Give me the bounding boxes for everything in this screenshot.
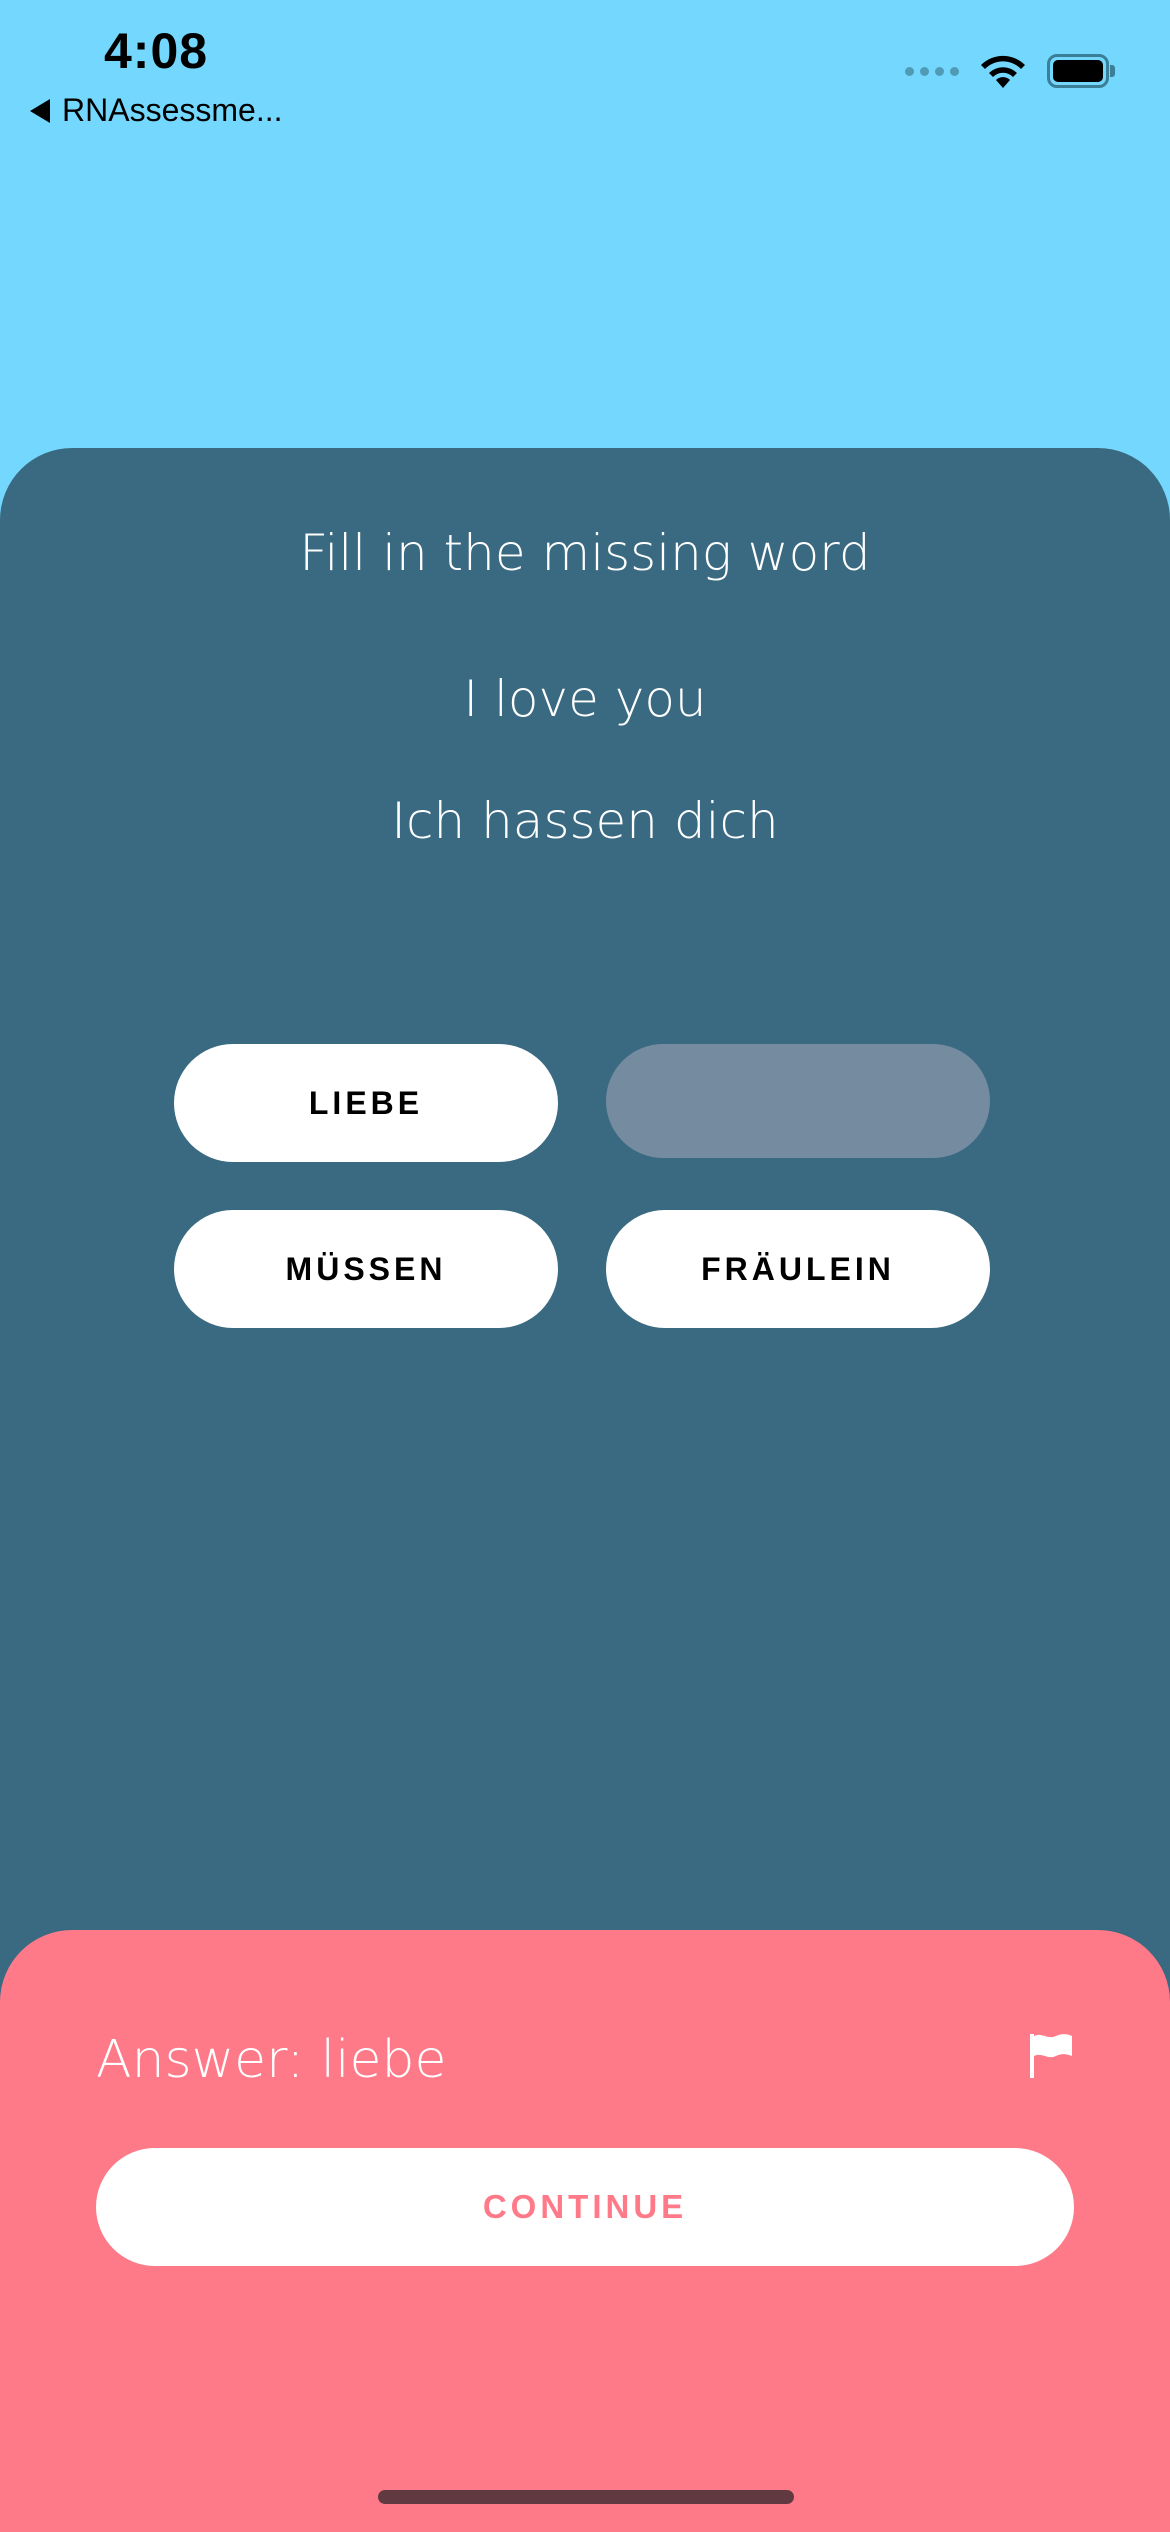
answer-panel: Answer: liebe CONTINUE <box>0 1930 1170 2532</box>
cellular-signal-icon <box>905 66 959 76</box>
source-sentence: I love you <box>463 670 707 728</box>
target-sentence: Ich hassen dich <box>391 792 779 850</box>
exercise-title: Fill in the missing word <box>299 524 871 582</box>
wifi-icon <box>981 55 1025 88</box>
flag-icon[interactable] <box>1026 2030 1076 2080</box>
battery-icon <box>1047 54 1115 88</box>
status-indicators <box>905 52 1115 90</box>
option-liebe-button[interactable]: LIEBE <box>174 1044 558 1162</box>
home-indicator[interactable] <box>378 2490 794 2504</box>
back-arrow-icon <box>30 98 50 123</box>
back-app-label: RNAssessme... <box>62 92 283 128</box>
option-fraulein-button[interactable]: FRÄULEIN <box>606 1210 990 1328</box>
continue-button[interactable]: CONTINUE <box>96 2148 1074 2266</box>
option-mussen-button[interactable]: MÜSSEN <box>174 1210 558 1328</box>
status-time: 4:08 <box>104 23 209 79</box>
back-to-app-link[interactable]: RNAssessme... <box>30 92 282 129</box>
exercise-card: Fill in the missing word I love you Ich … <box>0 448 1170 2048</box>
answer-text: Answer: liebe <box>96 2030 447 2090</box>
option-empty-slot <box>606 1044 990 1158</box>
